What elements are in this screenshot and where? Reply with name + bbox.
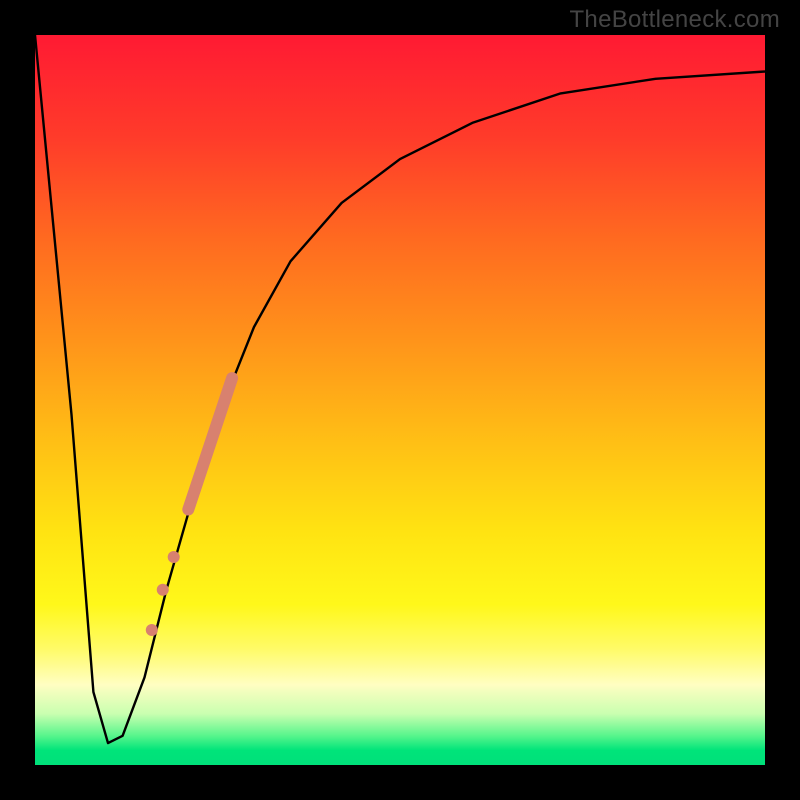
highlight-dot [168,551,180,563]
highlight-dot [146,624,158,636]
chart-frame: TheBottleneck.com [0,0,800,800]
curve-layer [35,35,765,765]
bottleneck-curve [35,35,765,743]
highlight-segment [188,378,232,509]
watermark-text: TheBottleneck.com [569,6,780,34]
highlight-dot [157,584,169,596]
plot-area [35,35,765,765]
